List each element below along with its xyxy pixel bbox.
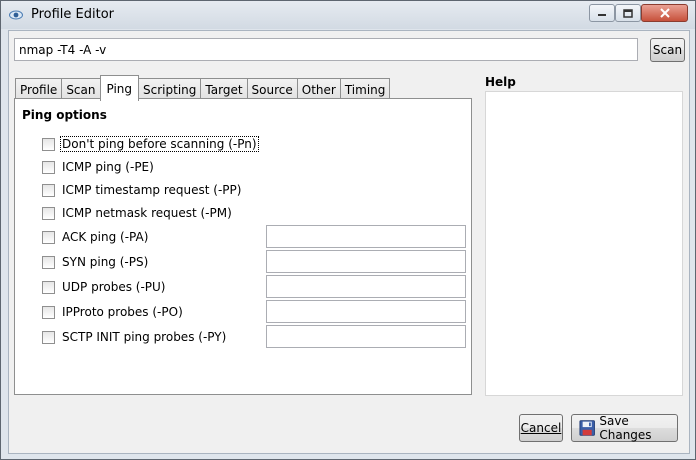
tab-timing[interactable]: Timing	[339, 78, 391, 100]
editor-body: Scan Profile Scan Ping Scripting Target …	[8, 30, 690, 454]
command-input[interactable]	[14, 38, 638, 61]
floppy-disk-icon	[579, 420, 595, 436]
checkbox[interactable]	[42, 183, 55, 197]
option-no-ping[interactable]: Don't ping before scanning (-Pn)	[42, 135, 259, 153]
close-button[interactable]	[641, 4, 688, 22]
checkbox[interactable]	[42, 137, 55, 151]
option-udp-probes[interactable]: UDP probes (-PU)	[42, 278, 166, 296]
option-ipproto-probes[interactable]: IPProto probes (-PO)	[42, 303, 184, 321]
tab-source[interactable]: Source	[246, 78, 298, 100]
window-title: Profile Editor	[31, 7, 115, 22]
maximize-button[interactable]	[615, 4, 641, 22]
option-label: SCTP INIT ping probes (-PY)	[62, 330, 227, 344]
option-icmp-netmask[interactable]: ICMP netmask request (-PM)	[42, 204, 233, 222]
option-label: SYN ping (-PS)	[62, 255, 149, 269]
checkbox[interactable]	[42, 330, 55, 344]
cancel-label: Cancel	[520, 421, 562, 435]
profile-editor-window: Profile Editor Scan Profile Scan Ping Sc…	[0, 0, 696, 460]
option-label: IPProto probes (-PO)	[62, 305, 183, 319]
option-sctp-init[interactable]: SCTP INIT ping probes (-PY)	[42, 328, 227, 346]
minimize-button[interactable]	[589, 4, 615, 22]
help-panel	[485, 91, 683, 396]
tab-scripting[interactable]: Scripting	[138, 78, 202, 100]
scan-button[interactable]: Scan	[650, 38, 685, 62]
tab-profile[interactable]: Profile	[15, 78, 63, 100]
ack-ports-input[interactable]	[266, 225, 466, 248]
tab-bar: Profile Scan Ping Scripting Target Sourc…	[15, 75, 391, 101]
tab-ping[interactable]: Ping	[99, 75, 140, 101]
checkbox[interactable]	[42, 206, 55, 220]
option-label: ACK ping (-PA)	[62, 230, 149, 244]
save-changes-button[interactable]: Save Changes	[571, 414, 678, 442]
ping-tab-panel: Ping options Don't ping before scanning …	[14, 98, 472, 395]
option-label: ICMP timestamp request (-PP)	[62, 183, 242, 197]
checkbox[interactable]	[42, 255, 55, 269]
udp-ports-input[interactable]	[266, 275, 466, 298]
checkbox[interactable]	[42, 160, 55, 174]
option-label: ICMP ping (-PE)	[62, 160, 154, 174]
cancel-button[interactable]: Cancel	[519, 414, 563, 442]
save-label: Save Changes	[599, 414, 652, 442]
ipproto-input[interactable]	[266, 300, 466, 323]
option-icmp-ping[interactable]: ICMP ping (-PE)	[42, 158, 155, 176]
tab-other[interactable]: Other	[296, 78, 341, 100]
checkbox[interactable]	[42, 280, 55, 294]
close-icon	[659, 8, 670, 18]
tab-scan[interactable]: Scan	[61, 78, 101, 100]
minimize-icon	[598, 14, 606, 16]
option-icmp-timestamp[interactable]: ICMP timestamp request (-PP)	[42, 181, 242, 199]
maximize-icon	[623, 8, 633, 18]
section-title: Ping options	[22, 108, 107, 122]
checkbox[interactable]	[42, 305, 55, 319]
syn-ports-input[interactable]	[266, 250, 466, 273]
eye-icon	[9, 10, 23, 20]
title-bar[interactable]: Profile Editor	[1, 1, 695, 29]
option-ack-ping[interactable]: ACK ping (-PA)	[42, 228, 149, 246]
option-label: UDP probes (-PU)	[62, 280, 166, 294]
option-label: ICMP netmask request (-PM)	[62, 206, 232, 220]
sctp-ports-input[interactable]	[266, 325, 466, 348]
tab-target[interactable]: Target	[200, 78, 248, 100]
option-label: Don't ping before scanning (-Pn)	[60, 136, 259, 152]
help-label: Help	[485, 75, 516, 89]
option-syn-ping[interactable]: SYN ping (-PS)	[42, 253, 149, 271]
checkbox[interactable]	[42, 230, 55, 244]
